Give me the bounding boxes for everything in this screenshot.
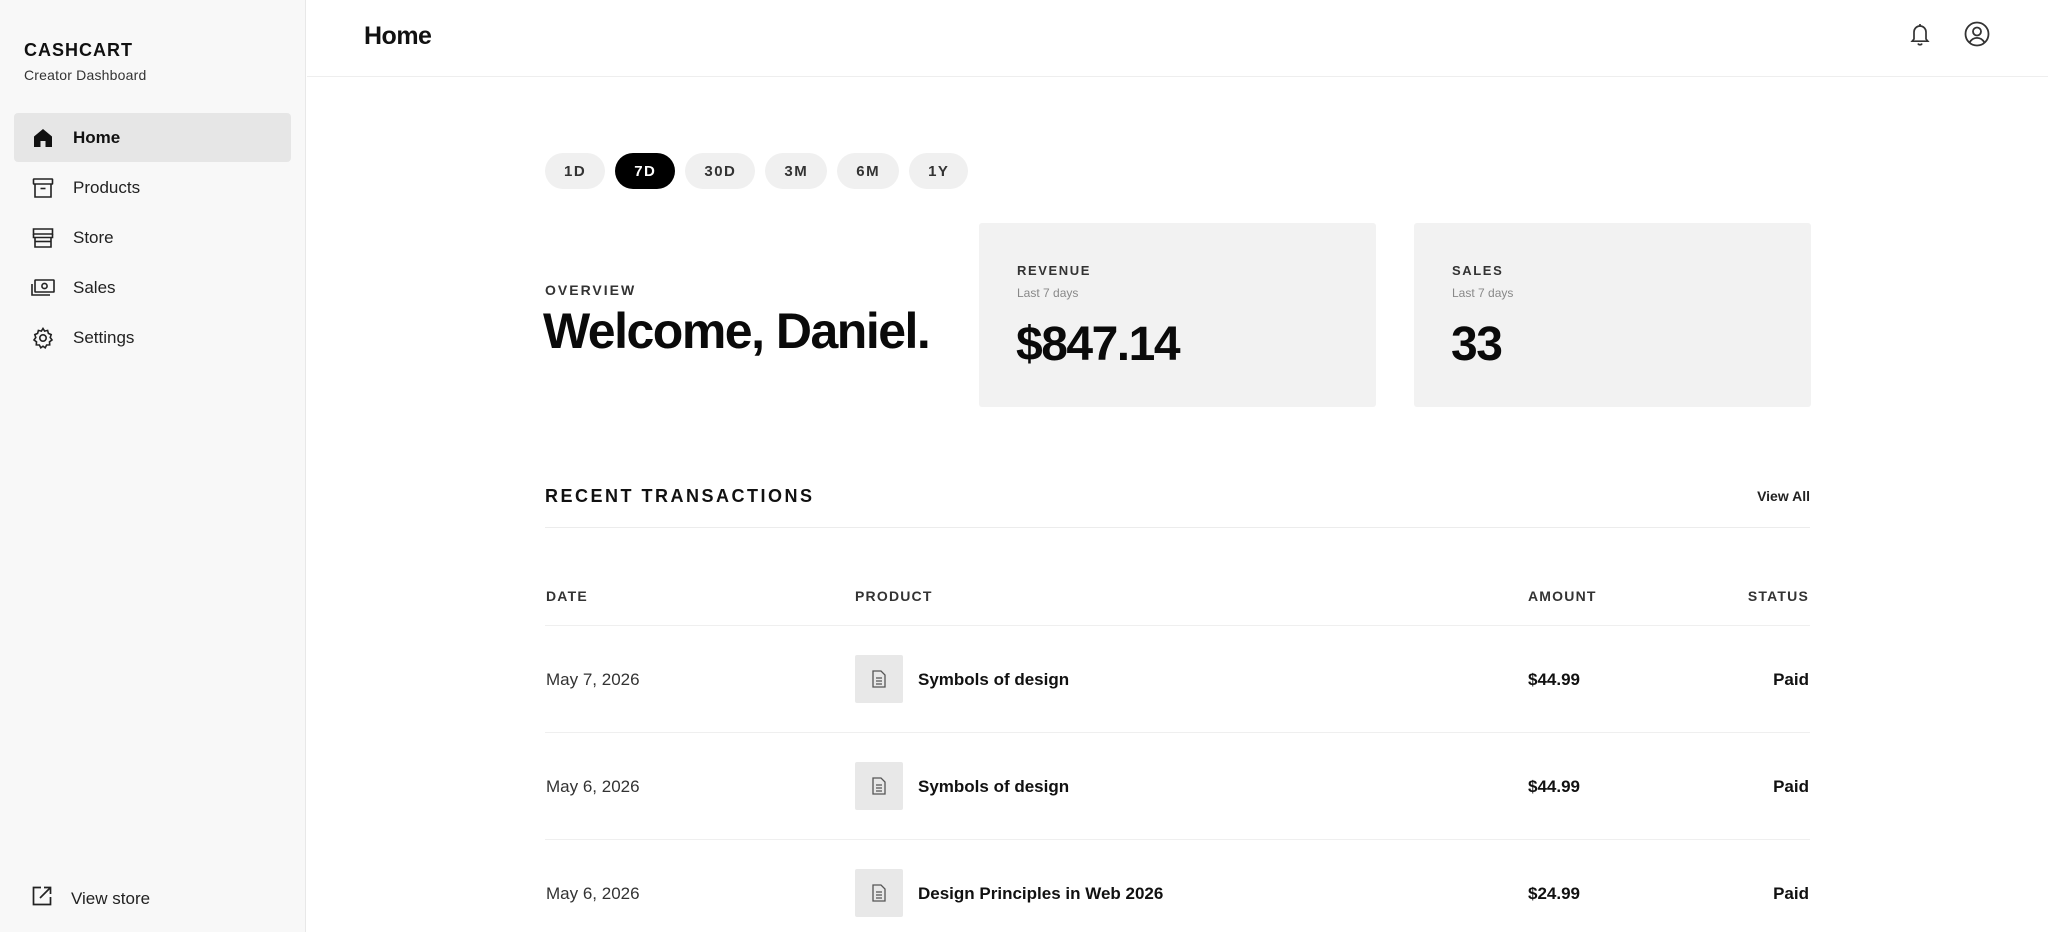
document-icon (855, 869, 903, 917)
range-7d-button[interactable]: 7D (615, 153, 676, 189)
sidebar-item-sales[interactable]: Sales (14, 263, 291, 312)
range-1y-button[interactable]: 1Y (909, 153, 969, 189)
brand-name: CASHCART (24, 40, 133, 60)
sidebar-item-label: Products (73, 177, 141, 197)
sales-period: Last 7 days (1452, 286, 1514, 300)
sidebar-item-label: Sales (73, 277, 116, 297)
cash-icon (30, 275, 56, 301)
overview-label: OVERVIEW (545, 282, 637, 298)
transaction-amount: $24.99 (1528, 884, 1580, 903)
sidebar-nav: Home Products Store Sales Settings (14, 113, 291, 363)
user-circle-icon[interactable] (1963, 20, 1991, 48)
bell-icon[interactable] (1906, 20, 1934, 48)
table-row[interactable]: May 7, 2026 Symbols of design $44.99 Pai… (545, 626, 1810, 733)
document-icon (855, 655, 903, 703)
document-icon (855, 762, 903, 810)
sales-value: 33 (1451, 318, 1503, 371)
transaction-status: Paid (1773, 670, 1809, 689)
transaction-product: Symbols of design (918, 670, 1070, 689)
page-title: Home (364, 22, 432, 50)
sidebar-item-label: Home (73, 127, 121, 147)
archive-box-icon (30, 175, 56, 201)
table-row[interactable]: May 6, 2026 Design Principles in Web 202… (545, 840, 1810, 932)
welcome-heading: Welcome, Daniel. (543, 303, 931, 359)
range-1d-button[interactable]: 1D (545, 153, 606, 189)
range-6m-button[interactable]: 6M (837, 153, 900, 189)
transaction-date: May 6, 2026 (546, 777, 640, 796)
revenue-label: REVENUE (1017, 263, 1092, 278)
transaction-date: May 6, 2026 (546, 884, 640, 903)
transaction-product: Symbols of design (918, 777, 1070, 796)
sales-card: SALES Last 7 days 33 (1414, 223, 1811, 407)
time-range-selector: 1D 7D 30D 3M 6M 1Y (545, 153, 969, 189)
sidebar-item-products[interactable]: Products (14, 163, 291, 212)
brand: CASHCART Creator Dashboard (24, 40, 146, 83)
range-3m-button[interactable]: 3M (765, 153, 828, 189)
transaction-amount: $44.99 (1528, 670, 1580, 689)
revenue-value: $847.14 (1016, 318, 1181, 371)
transaction-product: Design Principles in Web 2026 (918, 884, 1164, 903)
view-store-link[interactable]: View store (30, 884, 150, 913)
sidebar-item-home[interactable]: Home (14, 113, 291, 162)
range-30d-button[interactable]: 30D (685, 153, 756, 189)
column-header-date: DATE (546, 588, 588, 604)
revenue-card: REVENUE Last 7 days $847.14 (979, 223, 1376, 407)
transaction-amount: $44.99 (1528, 777, 1580, 796)
revenue-period: Last 7 days (1017, 286, 1079, 300)
transaction-status: Paid (1773, 777, 1809, 796)
top-header: Home (307, 0, 2048, 77)
transaction-status: Paid (1773, 884, 1809, 903)
gear-icon (30, 325, 56, 351)
table-row[interactable]: May 6, 2026 Symbols of design $44.99 Pai… (545, 733, 1810, 840)
view-all-link[interactable]: View All (1757, 488, 1810, 504)
view-store-label: View store (71, 888, 151, 908)
column-header-status: STATUS (1747, 588, 1809, 604)
sidebar-item-store[interactable]: Store (14, 213, 291, 262)
transaction-date: May 7, 2026 (546, 670, 640, 689)
sidebar: CASHCART Creator Dashboard Home Products… (0, 0, 306, 932)
sidebar-item-label: Settings (73, 327, 135, 347)
column-header-amount: AMOUNT (1528, 588, 1597, 604)
brand-subtitle: Creator Dashboard (24, 67, 147, 83)
recent-transactions-title: RECENT TRANSACTIONS (545, 486, 815, 506)
sales-label: SALES (1452, 263, 1504, 278)
sidebar-item-label: Store (73, 227, 114, 247)
column-header-product: PRODUCT (855, 588, 933, 604)
storefront-icon (30, 225, 56, 251)
external-link-icon (30, 884, 54, 913)
home-icon (30, 125, 56, 151)
sidebar-item-settings[interactable]: Settings (14, 313, 291, 362)
divider (545, 527, 1810, 528)
